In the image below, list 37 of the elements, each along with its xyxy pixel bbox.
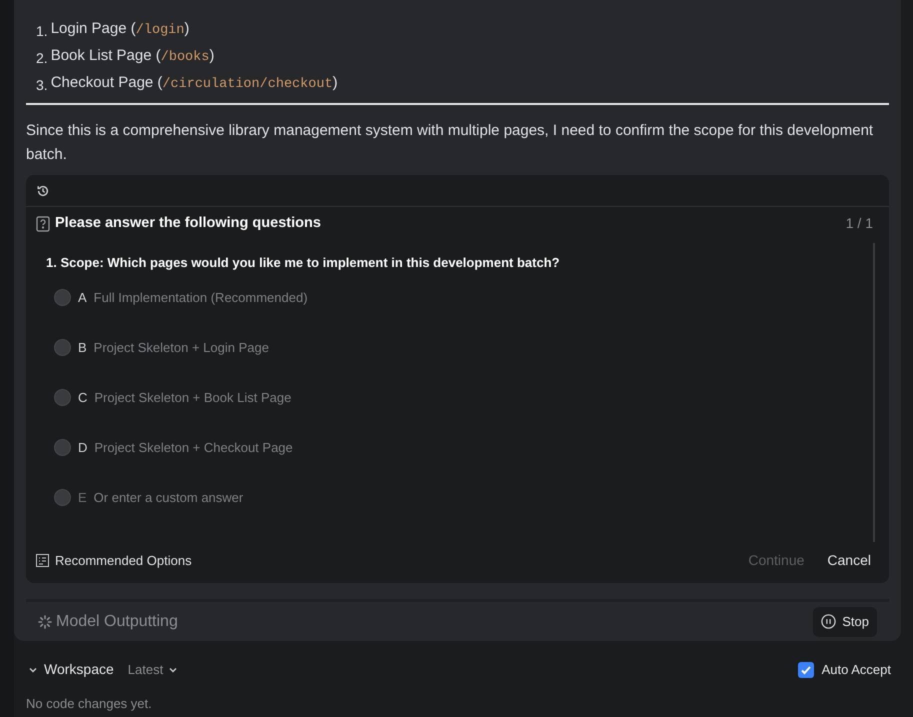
workspace-title: Workspace: [44, 660, 114, 680]
spinner-icon: [38, 614, 52, 629]
option-letter: E: [78, 488, 87, 506]
radio-button[interactable]: [54, 338, 71, 356]
option-label[interactable]: Project Skeleton + Checkout Page: [94, 438, 293, 457]
radio-button[interactable]: [54, 438, 71, 456]
list-icon: [36, 554, 49, 568]
recommended-options-label: Recommended Options: [55, 552, 192, 570]
option-label[interactable]: Full Implementation (Recommended): [94, 288, 308, 307]
option-letter: D: [78, 438, 88, 456]
checkmark-icon: [800, 664, 812, 676]
auto-accept-label[interactable]: Auto Accept: [822, 660, 891, 680]
checkbox[interactable]: [798, 662, 814, 678]
question-icon: [36, 216, 50, 232]
history-icon[interactable]: [36, 184, 50, 198]
option-label[interactable]: Project Skeleton + Login Page: [94, 338, 269, 357]
option-letter: B: [78, 338, 87, 356]
empty-state-text: No code changes yet.: [25, 695, 153, 714]
page-list-item: 3. Checkout Page (/circulation/checkout): [36, 73, 339, 95]
page-list-item: 2. Book List Page (/books): [36, 46, 216, 68]
status-label: Model Outputting: [56, 612, 178, 632]
page-list-item: 1. Login Page (/login): [36, 19, 190, 41]
custom-answer-option[interactable]: Or enter a custom answer: [94, 488, 244, 507]
question-card-title: Please answer the following questions: [55, 214, 321, 233]
option-letter: A: [78, 288, 87, 306]
stop-button[interactable]: Stop: [813, 607, 877, 636]
radio-button[interactable]: [54, 388, 71, 406]
version-dropdown[interactable]: Latest: [128, 660, 178, 680]
radio-button[interactable]: [54, 288, 71, 306]
message-text: Since this is a comprehensive library management system with multiple pages, I need to confirm the scope for this development batch.: [26, 121, 874, 165]
cancel-button[interactable]: Cancel: [819, 550, 879, 572]
option-label[interactable]: Project Skeleton + Book List Page: [94, 388, 292, 407]
pause-icon: [821, 614, 836, 630]
option-letter: C: [78, 388, 88, 406]
question-text: 1. Scope: Which pages would you like me to implement in this development batch?: [46, 254, 561, 272]
radio-button[interactable]: [54, 488, 71, 506]
question-counter: 1 / 1: [846, 214, 873, 234]
